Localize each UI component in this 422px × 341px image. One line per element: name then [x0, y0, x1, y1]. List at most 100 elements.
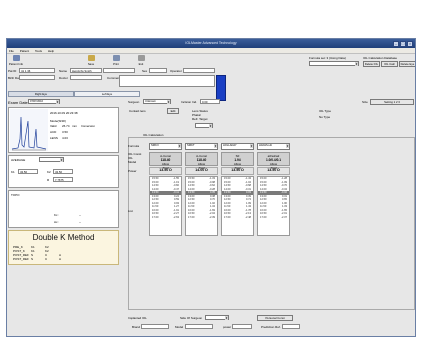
list-row[interactable]: 17.00 -2.48 [222, 216, 253, 220]
doctor-field[interactable] [70, 75, 102, 80]
patient-info-button[interactable]: Patient Info [8, 55, 24, 67]
average-dropdown[interactable] [39, 157, 64, 162]
delete-eye-button[interactable]: Delete Eye [399, 61, 415, 67]
title-bar: IOLMaster Advanced Technology – □ × [7, 39, 415, 48]
power-field-label: power [223, 325, 232, 329]
refraction-cell: -2.39 [209, 215, 215, 219]
double-k-table: PRE_K K1 K2 POST_K K1 K2 POST_REF S C A POST_RE… [13, 245, 103, 261]
comment-field[interactable] [119, 75, 215, 87]
iol-type-label: IOL Type [319, 109, 332, 113]
lens-label: LENS [50, 136, 58, 140]
acd-label: ACD [50, 130, 57, 134]
delete-iol-button[interactable]: Delete IOL [363, 61, 380, 67]
implanted-iol-label: Implanted IOL [128, 316, 147, 320]
formula-set-label: Formula set: 3 (Using Data) [309, 56, 346, 60]
refraction-cell: -2.37 [281, 215, 287, 219]
name-field-2[interactable] [103, 68, 135, 73]
power-label: Power [128, 169, 137, 173]
incision-label: Incision Ind. [181, 100, 198, 104]
patient-icon [12, 55, 20, 61]
iol-constant-block: A-Const118.40AllowTrad [185, 152, 218, 170]
operator-field[interactable] [183, 68, 215, 73]
formula-dropdown[interactable]: SRK/II [149, 143, 182, 150]
prediction-ref-field[interactable] [282, 324, 300, 329]
scan-method: Immersion [81, 124, 96, 128]
side-of-surgeon-dropdown[interactable] [205, 315, 229, 320]
iol-constant-block: a0/a1/a21.0/0.4/0.1AllowTrad [257, 152, 290, 170]
topo-panel: TOPO Kc : -- Ax : -- [8, 190, 119, 228]
topo-kc-label: Kc : [54, 213, 60, 217]
k1-field[interactable]: 43.50 [18, 169, 38, 174]
power-list[interactable]: 15.00 -1.43 15.00 -1.04 14.50 -0.68 14.00 -0.31… [221, 176, 254, 236]
formula-dropdown[interactable]: HAIGIS-Lib [257, 143, 290, 150]
iol-type-value: No Type [319, 115, 331, 119]
exit-button[interactable]: Exit [133, 55, 149, 67]
emmetropic-power: 13.50 D [257, 167, 290, 175]
double-k-row: POST_REF S C A [13, 257, 62, 261]
name-field[interactable]: Heinrichs Smith [70, 68, 102, 73]
formula-column: SRK/T A-Const118.40AllowTrad14.00 D15.50-… [185, 143, 218, 236]
exam-date-dropdown[interactable]: 07/07/2016 [28, 99, 60, 104]
save-button[interactable]: Save [83, 55, 99, 67]
maximize-icon[interactable]: □ [400, 40, 406, 47]
model-field-label: Model [175, 325, 184, 329]
menu-help[interactable]: Help [48, 48, 54, 54]
emmetropic-power: 13.50 D [221, 167, 254, 175]
exam-date-label: Exam Date [8, 100, 28, 105]
iol-power-cell: 17.00 [260, 215, 267, 219]
formula-dropdown[interactable]: HOLLADAY [221, 143, 254, 150]
refraction-target-dropdown[interactable] [195, 123, 213, 128]
minimize-icon[interactable]: – [393, 40, 399, 47]
size-label: Size [362, 100, 368, 104]
formula-dropdown[interactable]: SRK/T [185, 143, 218, 150]
list-row[interactable]: 17.00 -2.63 [150, 216, 181, 220]
setting-button[interactable]: Setting 1 2 3 [370, 99, 414, 105]
k2-field[interactable]: 43.50 [53, 169, 73, 174]
iol-power-cell: 17.00 [224, 215, 231, 219]
refraction-target-label: Refr. Target [192, 117, 208, 121]
menu-file[interactable]: File [9, 48, 14, 54]
iol-database-label: IOL Calculation Database [363, 56, 398, 60]
pat-id-field[interactable]: 41 1 36 [19, 68, 55, 73]
power-list[interactable]: 15.50 -1.55 15.00 -1.19 14.50 -0.82 14.00 -0.47… [149, 176, 182, 236]
power-list[interactable]: 15.50 -1.33 15.00 -0.98 14.50 -0.62 14.00 -0.28… [185, 176, 218, 236]
tab-left-eye[interactable]: Left Eye [74, 91, 140, 97]
menu-tools[interactable]: Tools [35, 48, 42, 54]
close-icon[interactable]: × [407, 40, 413, 47]
operator-label: Operator [170, 69, 182, 73]
list-row[interactable]: 17.00 -2.37 [258, 216, 289, 220]
contact-edit-button[interactable]: Edit [167, 108, 179, 114]
formula-column: HAIGIS-Lib a0/a1/a21.0/0.4/0.1AllowTrad13… [257, 143, 290, 236]
scan-status: Valid [50, 124, 57, 128]
tab-right-eye[interactable]: Right Eye [8, 91, 74, 97]
iol-constant-block: A-Const118.40AllowTrad [149, 152, 182, 170]
formula-set-dropdown[interactable] [309, 61, 359, 66]
list-row[interactable]: 17.00 -2.39 [186, 216, 217, 220]
model-label: Model [128, 160, 137, 164]
power-list[interactable]: 15.00 -1.28 15.00 -1.09 14.50 -0.70 14.00 -0.34… [257, 176, 290, 236]
menu-patient[interactable]: Patient [20, 48, 29, 54]
print-button[interactable]: Print [108, 55, 124, 67]
r-field[interactable]: 7.7675 [53, 177, 73, 182]
scan-mode: Mode(SNR) [50, 119, 66, 123]
sex-field[interactable] [149, 68, 167, 73]
incision-field[interactable]: 0.00 [200, 99, 220, 104]
comment-scrollbar[interactable] [216, 75, 226, 101]
formula-label: Formula [128, 144, 140, 148]
contact-lens-label: Contact lens [129, 109, 146, 113]
brand-field[interactable] [141, 324, 169, 329]
iol-calc-button[interactable]: IOL Calc [381, 61, 398, 67]
acd-value: 3.50 [62, 130, 68, 134]
topo-axis-label: Ax : [54, 220, 60, 224]
emmetropic-power: 13.50 D [149, 167, 182, 175]
average-label: AVERAGE [11, 158, 26, 162]
surgeon-dropdown[interactable]: Unknown [143, 99, 171, 104]
model-field[interactable] [185, 324, 213, 329]
app-window: IOLMaster Advanced Technology – □ × File… [6, 38, 416, 337]
pat-id-label: Pat ID [8, 69, 17, 73]
topo-kc-value: -- [79, 213, 81, 217]
dob-field[interactable] [19, 75, 55, 80]
personal-const-button[interactable]: Personal Const [257, 315, 293, 321]
power-field[interactable] [232, 324, 252, 329]
sex-label: Sex [142, 69, 148, 73]
